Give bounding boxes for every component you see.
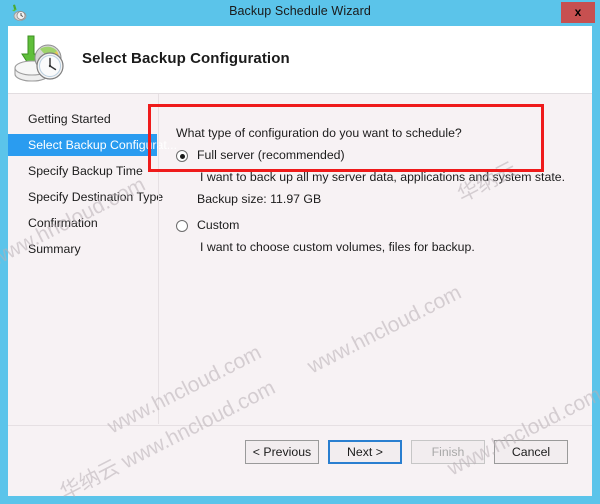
cancel-button[interactable]: Cancel — [494, 440, 568, 464]
previous-button[interactable]: < Previous — [245, 440, 319, 464]
next-button[interactable]: Next > — [328, 440, 402, 464]
option-custom-description: I want to choose custom volumes, files f… — [200, 240, 475, 254]
backup-size-value: Backup size: 11.97 GB — [197, 192, 322, 206]
configuration-question: What type of configuration do you want t… — [176, 126, 462, 140]
sidebar-item-select-backup-configuration[interactable]: Select Backup Configurat... — [8, 134, 177, 156]
backup-disk-clock-icon — [10, 28, 70, 88]
backup-schedule-wizard-window: Backup Schedule Wizard x Select Backup C… — [0, 0, 600, 504]
client-area: Select Backup Configuration Getting Star… — [8, 26, 592, 496]
sidebar-item-confirmation[interactable]: Confirmation — [8, 212, 157, 234]
radio-full-server[interactable] — [176, 150, 188, 162]
radio-custom[interactable] — [176, 220, 188, 232]
sidebar-item-getting-started[interactable]: Getting Started — [8, 108, 157, 130]
window-title: Backup Schedule Wizard — [229, 4, 371, 18]
sidebar-item-specify-destination-type[interactable]: Specify Destination Type — [8, 186, 163, 208]
title-bar: Backup Schedule Wizard x — [0, 0, 600, 26]
page-header: Select Backup Configuration — [8, 26, 592, 94]
option-full-server-label: Full server (recommended) — [197, 148, 345, 162]
footer-divider — [8, 425, 592, 426]
wizard-steps-sidebar: Getting Started Select Backup Configurat… — [8, 94, 177, 424]
option-full-server-description: I want to back up all my server data, ap… — [200, 170, 565, 184]
sidebar-item-specify-backup-time[interactable]: Specify Backup Time — [8, 160, 157, 182]
option-custom-label: Custom — [197, 218, 240, 232]
page-title: Select Backup Configuration — [82, 50, 290, 67]
sidebar-item-summary[interactable]: Summary — [8, 238, 157, 260]
content-pane: What type of configuration do you want t… — [159, 94, 592, 424]
finish-button: Finish — [411, 440, 485, 464]
close-icon[interactable]: x — [561, 2, 595, 23]
